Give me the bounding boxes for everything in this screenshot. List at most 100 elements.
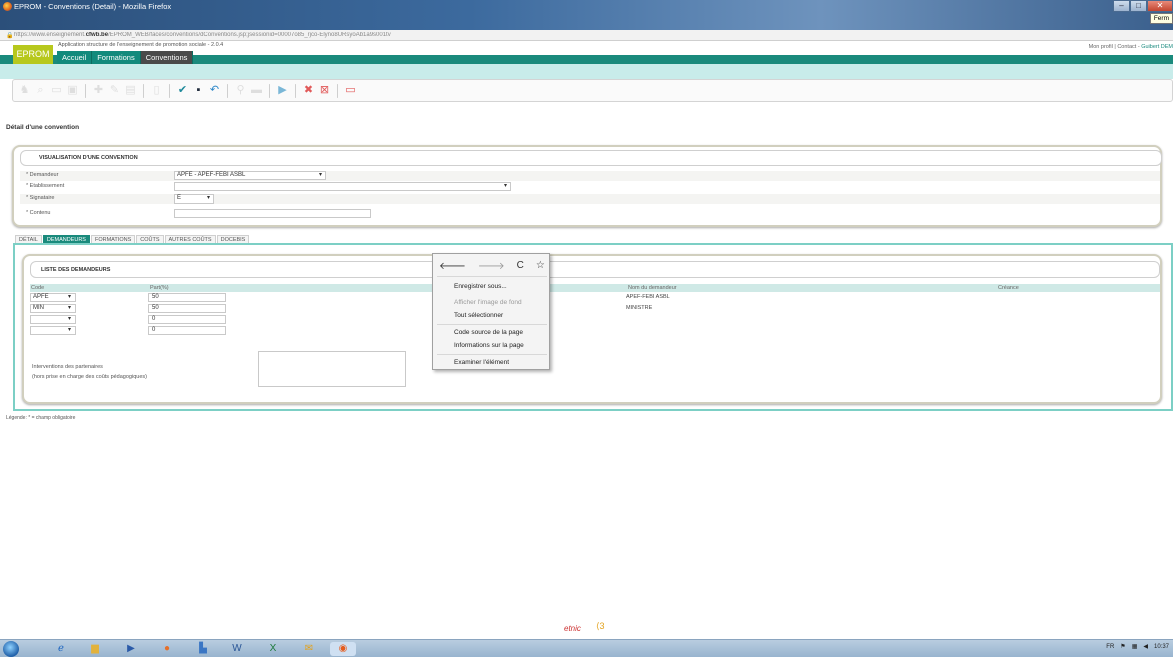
column-creance: Créance	[998, 285, 1019, 291]
delete-icon[interactable]: ✖	[302, 84, 315, 97]
url-prefix: https://www.enseignement.	[14, 32, 86, 38]
binoculars-icon[interactable]: ♞	[18, 84, 31, 97]
toolbar-separator	[337, 83, 338, 98]
reload-icon[interactable]: C	[517, 260, 524, 274]
top-links-separator: |	[1114, 44, 1116, 50]
code-select[interactable]	[30, 315, 76, 324]
ie-icon[interactable]: ℯ	[48, 642, 74, 656]
part-input[interactable]: 0	[148, 315, 226, 324]
maximize-button[interactable]: □	[1130, 0, 1147, 12]
menu-item-page-info[interactable]: Informations sur la page	[454, 342, 524, 349]
new-document-icon[interactable]: ▭	[50, 84, 63, 97]
menu-item-inspect[interactable]: Examiner l'élément	[454, 359, 509, 366]
nav-formations[interactable]: Formations	[92, 51, 141, 64]
eprom-logo[interactable]: EPROM	[13, 45, 53, 64]
part-input[interactable]: 0	[148, 326, 226, 335]
contact-link[interactable]: Contact	[1117, 44, 1136, 50]
remove-icon[interactable]: ⊠	[318, 84, 331, 97]
copy-icon[interactable]: ▣	[66, 84, 79, 97]
column-nom: Nom du demandeur	[628, 285, 677, 291]
signataire-label: Signataire	[26, 195, 55, 201]
lock-icon: 🔒	[6, 33, 14, 39]
field-row-signataire: Signataire E	[20, 194, 1160, 204]
toolbar-separator	[269, 83, 270, 98]
menu-item-view-source[interactable]: Code source de la page	[454, 329, 523, 336]
clock[interactable]: 10:37	[1154, 644, 1169, 650]
duplicate-icon[interactable]: ▤	[124, 84, 137, 97]
nav-conventions[interactable]: Conventions	[140, 51, 194, 64]
close-form-icon[interactable]: ▭	[344, 84, 357, 97]
url-domain: cfwb.be	[85, 32, 109, 38]
interventions-label: Interventions des partenaires (hors pris…	[32, 362, 147, 382]
table-row: APFE 50 APEF-FEBI ASBL	[30, 293, 1160, 302]
firefox-task-icon[interactable]: ◉	[330, 642, 356, 656]
interventions-textarea[interactable]	[258, 351, 406, 387]
legend: Légende: * = champ obligatoire	[6, 415, 76, 421]
print-icon[interactable]: ▬	[250, 84, 263, 97]
column-part: Part(%)	[150, 285, 169, 291]
menu-item-select-all[interactable]: Tout sélectionner	[454, 312, 503, 319]
part-input[interactable]: 50	[148, 304, 226, 313]
field-row-demandeur: Demandeur APFE - APEF-FEBI ASBL	[20, 171, 1160, 181]
address-bar[interactable]: 🔒 https://www.enseignement.cfwb.be/EPROM…	[0, 30, 1173, 41]
taskbar: ℯ ▆ ▶ ● ▙ W X ✉ ◉ FR ⚑ ▦ ◀ 10:37	[0, 639, 1173, 657]
contenu-input[interactable]	[174, 209, 371, 218]
save-icon[interactable]: ▪	[192, 84, 205, 97]
back-icon[interactable]: 🡐	[439, 260, 466, 274]
field-row-etablissement: Etablissement	[20, 182, 1160, 192]
close-button[interactable]: ✕	[1147, 0, 1173, 12]
doc-icon[interactable]: ▙	[190, 642, 216, 656]
etnic-mark-icon: ⟨3	[596, 621, 605, 631]
toolbar-separator	[169, 83, 170, 98]
add-icon[interactable]: ✚	[92, 84, 105, 97]
document-icon[interactable]: ▯	[150, 84, 163, 97]
top-links: Mon profil | Contact - Guibert DEM	[1089, 44, 1173, 50]
play-icon[interactable]: ▶	[276, 84, 289, 97]
code-select[interactable]: MIN	[30, 304, 76, 313]
menu-item-show-background[interactable]: Afficher l'image de fond	[454, 299, 522, 306]
undo-icon[interactable]: ↶	[208, 84, 221, 97]
table-header: Code Part(%) Nom du demandeur Créance	[30, 284, 1160, 292]
menu-item-save-as[interactable]: Enregistrer sous...	[454, 283, 507, 290]
context-nav-row: 🡐 🡒 C ☆	[439, 260, 549, 274]
flag-icon[interactable]: ⚑	[1120, 643, 1125, 650]
folder-icon[interactable]: ▆	[82, 642, 108, 656]
bookmark-icon[interactable]: ☆	[536, 260, 545, 274]
part-input[interactable]: 50	[148, 293, 226, 302]
etablissement-label: Etablissement	[26, 183, 65, 189]
excel-icon[interactable]: X	[260, 642, 286, 656]
window-titlebar: EPROM - Conventions (Detail) - Mozilla F…	[0, 0, 1173, 30]
validate-icon[interactable]: ✔	[176, 84, 189, 97]
demandeur-select[interactable]: APFE - APEF-FEBI ASBL	[174, 171, 326, 180]
user-name[interactable]: Guibert DEM	[1141, 44, 1173, 50]
volume-icon[interactable]: ◀	[1143, 643, 1148, 650]
profile-link[interactable]: Mon profil	[1089, 44, 1113, 50]
minimize-button[interactable]: –	[1113, 0, 1130, 12]
url-text[interactable]: https://www.enseignement.cfwb.be/EPROM_W…	[14, 32, 514, 40]
forward-icon[interactable]: 🡒	[478, 260, 505, 274]
firefox-icon	[3, 2, 12, 11]
chrome-icon[interactable]: ●	[154, 642, 180, 656]
word-icon[interactable]: W	[224, 642, 250, 656]
close-tooltip: Ferm	[1149, 13, 1173, 24]
field-row-contenu: Contenu	[20, 209, 1160, 219]
etablissement-select[interactable]	[174, 182, 511, 191]
context-separator	[437, 276, 547, 277]
code-select[interactable]: APFE	[30, 293, 76, 302]
outlook-icon[interactable]: ✉	[296, 642, 322, 656]
etnic-logo: etnic	[564, 624, 581, 633]
media-icon[interactable]: ▶	[118, 642, 144, 656]
top-links-dash: -	[1137, 44, 1140, 50]
signataire-select[interactable]: E	[174, 194, 214, 204]
zoom-icon[interactable]: ⚲	[234, 84, 247, 97]
start-button[interactable]	[3, 641, 19, 657]
window-title: EPROM - Conventions (Detail) - Mozilla F…	[14, 2, 172, 11]
edit-icon[interactable]: ✎	[108, 84, 121, 97]
nav-accueil[interactable]: Accueil	[57, 51, 93, 64]
window-controls: – □ ✕	[1113, 0, 1173, 12]
search-icon[interactable]: ⌕	[34, 84, 47, 97]
column-code: Code	[31, 285, 45, 291]
language-indicator[interactable]: FR	[1106, 644, 1114, 650]
code-select[interactable]	[30, 326, 76, 335]
network-icon[interactable]: ▦	[1132, 643, 1138, 650]
